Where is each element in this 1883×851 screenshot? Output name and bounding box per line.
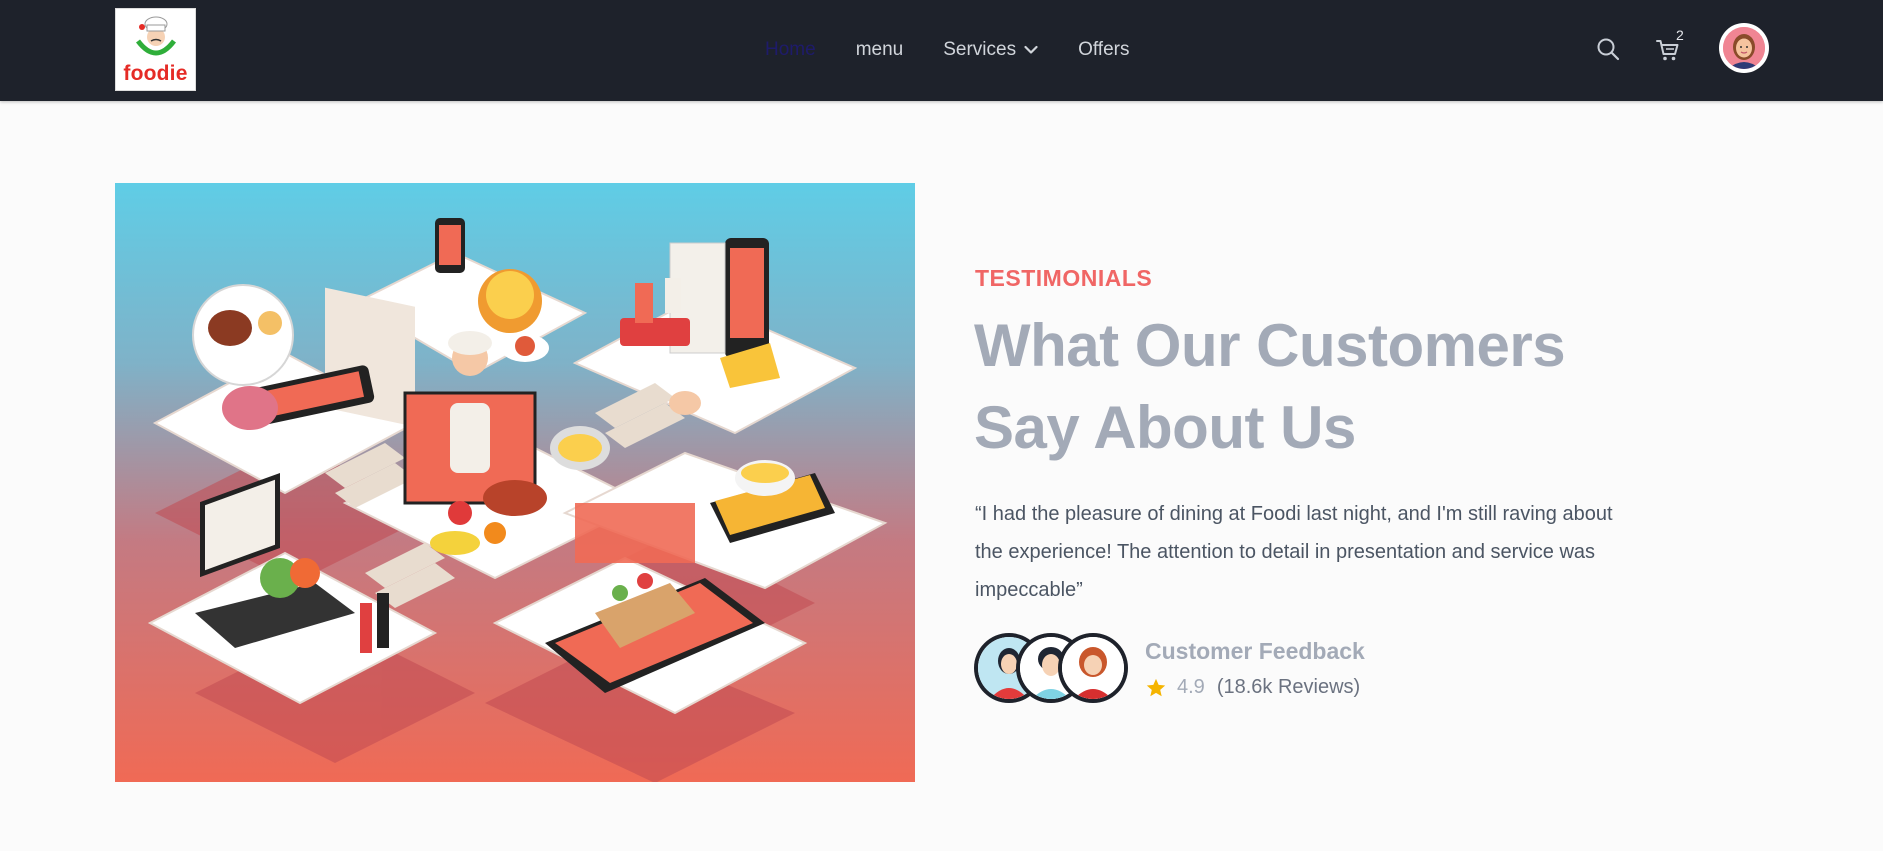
search-icon[interactable]: [1596, 37, 1620, 61]
rating-row: 4.9 (18.6k Reviews): [1145, 676, 1360, 699]
navbar: foodie Home menu Services Offers 2: [0, 0, 1883, 101]
star-icon: [1146, 678, 1166, 696]
brand-logo[interactable]: foodie: [115, 8, 196, 91]
chevron-down-icon: [1024, 45, 1038, 54]
customer-avatar-icon: [1062, 637, 1124, 699]
main-nav: Home menu Services Offers: [765, 37, 1169, 63]
testimonial-heading: What Our Customers Say About Us: [974, 305, 1654, 469]
testimonial-illustration: [115, 183, 915, 782]
section-eyebrow: TESTIMONIALS: [975, 265, 1153, 291]
brand-name: foodie: [123, 62, 188, 85]
nav-services-label: Services: [943, 39, 1017, 60]
feedback-title: Customer Feedback: [1145, 638, 1365, 664]
isometric-cooking-illustration: [147, 218, 888, 782]
heading-line-1: What Our Customers: [974, 312, 1566, 379]
user-avatar[interactable]: [1719, 23, 1769, 73]
review-count: (18.6k Reviews): [1216, 676, 1361, 698]
heading-line-2: Say About Us: [974, 394, 1356, 461]
nav-menu[interactable]: menu: [856, 39, 904, 61]
chef-logo-icon: [136, 16, 176, 56]
testimonial-quote: “I had the pleasure of dining at Foodi l…: [975, 503, 1613, 601]
nav-home[interactable]: Home: [765, 39, 816, 61]
rating-value: 4.9: [1177, 676, 1205, 698]
nav-offers[interactable]: Offers: [1078, 39, 1129, 61]
customer-avatar-group: [974, 633, 1134, 703]
cart-count-badge: 2: [1676, 27, 1684, 43]
user-avatar-icon: [1723, 27, 1765, 69]
nav-services[interactable]: Services: [943, 39, 1038, 61]
customer-avatar: [1058, 633, 1128, 703]
